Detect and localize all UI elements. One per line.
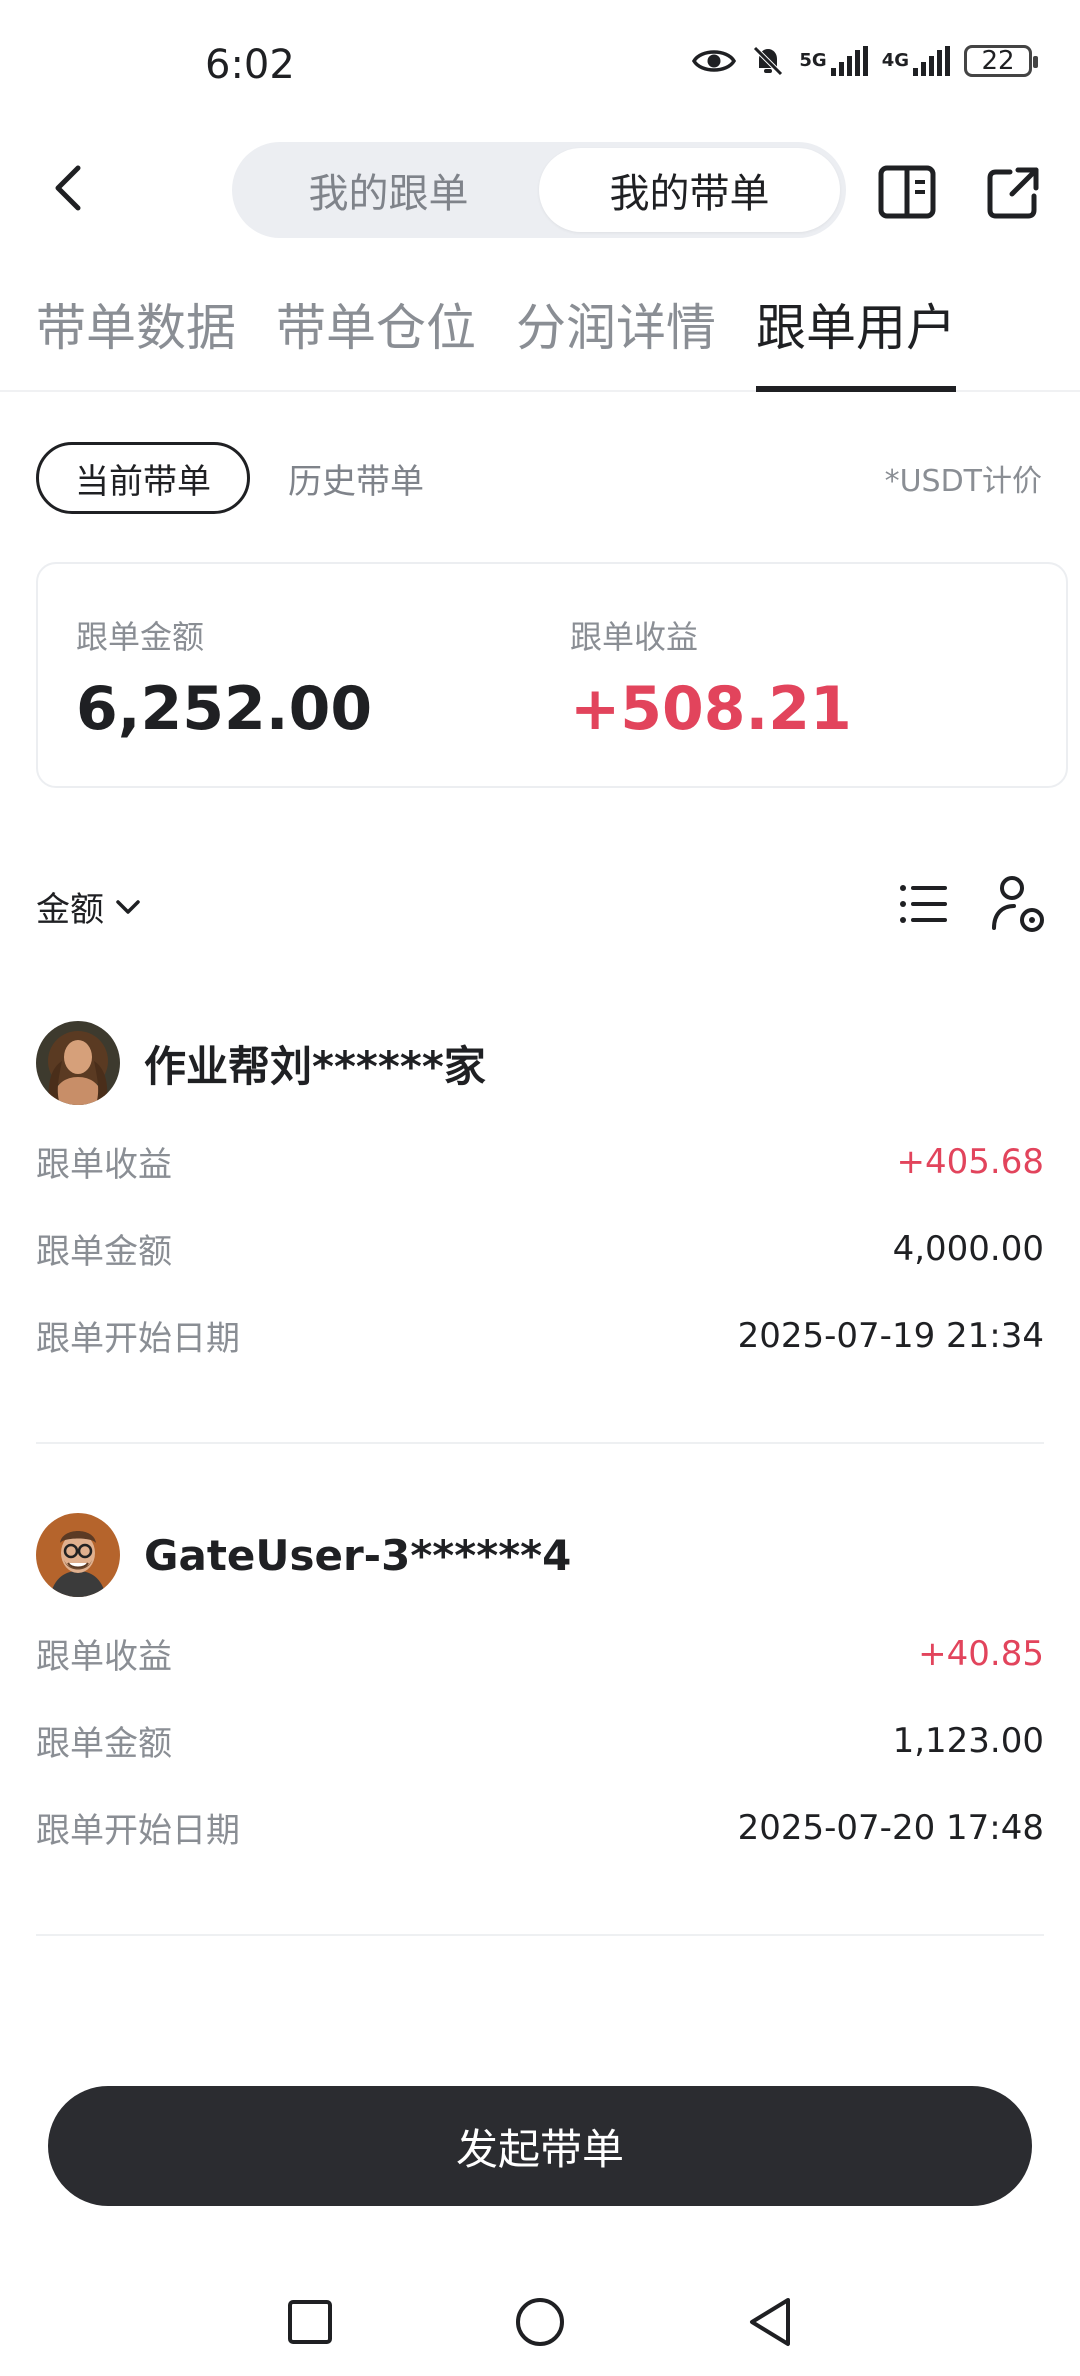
signal-4g-icon: 4G (882, 46, 950, 76)
chevron-down-icon (116, 899, 140, 914)
user-settings-icon (992, 876, 1044, 932)
currency-note: *USDT计价 (884, 464, 1042, 499)
share-button[interactable] (982, 160, 1046, 224)
follower-start-date-row: 跟单开始日期 2025-07-20 17:48 (36, 1784, 1044, 1871)
follower-amount-value: 4,000.00 (892, 1228, 1044, 1269)
home-button[interactable] (510, 2292, 570, 2352)
follower-header: GateUser-3******4 (36, 1512, 1044, 1598)
sort-label: 金额 (36, 890, 104, 930)
eye-icon (691, 46, 737, 76)
follower-amount-row: 跟单金额 1,123.00 (36, 1697, 1044, 1784)
follower-card[interactable]: GateUser-3******4 跟单收益 +40.85 跟单金额 1,123… (36, 1512, 1044, 1871)
top-header: 我的跟单 我的带单 (0, 130, 1080, 250)
tab-lead-data[interactable]: 带单数据 (36, 288, 236, 378)
list-view-button[interactable] (893, 874, 953, 934)
follower-header: 作业帮刘******家 (36, 1020, 1044, 1106)
tab-followers[interactable]: 跟单用户 (756, 288, 956, 392)
sort-dropdown[interactable]: 金额 (36, 882, 142, 931)
follower-amount-value: 1,123.00 (892, 1720, 1044, 1761)
mute-bell-icon (751, 44, 785, 78)
summary-amount-value: 6,252.00 (76, 674, 373, 744)
avatar (36, 1513, 120, 1597)
tab-bar: 带单数据 带单仓位 分润详情 跟单用户 (0, 270, 1080, 392)
recents-button[interactable] (280, 2292, 340, 2352)
tab-lead-positions[interactable]: 带单仓位 (276, 288, 476, 378)
follower-amount-row: 跟单金额 4,000.00 (36, 1205, 1044, 1292)
follower-name: GateUser-3******4 (144, 1530, 572, 1580)
status-time: 6:02 (205, 42, 295, 88)
summary-profit-label: 跟单收益 (570, 618, 699, 656)
status-bar: 6:02 5G 4G 22 (0, 0, 1080, 130)
list-icon (900, 885, 947, 923)
filter-history-lead[interactable]: 历史带单 (288, 442, 424, 514)
follower-name: 作业帮刘******家 (144, 1041, 486, 1091)
follower-start-date-value: 2025-07-20 17:48 (737, 1807, 1044, 1848)
circle-icon (516, 2298, 564, 2346)
follower-start-date-label: 跟单开始日期 (36, 1811, 240, 1851)
follower-profit-row: 跟单收益 +405.68 (36, 1118, 1044, 1205)
follower-start-date-value: 2025-07-19 21:34 (737, 1315, 1044, 1356)
user-settings-button[interactable] (988, 872, 1048, 936)
back-button[interactable] (38, 158, 98, 218)
book-icon (878, 165, 936, 219)
follower-start-date-label: 跟单开始日期 (36, 1319, 240, 1359)
chevron-left-icon (55, 165, 81, 211)
segment-my-follow[interactable]: 我的跟单 (238, 148, 539, 232)
share-icon (987, 167, 1039, 219)
sort-row: 金额 (0, 870, 1080, 940)
avatar (36, 1021, 120, 1105)
signal-5g-icon: 5G (799, 46, 868, 76)
follower-profit-row: 跟单收益 +40.85 (36, 1610, 1044, 1697)
network-label-1: 5G (799, 50, 827, 71)
divider (36, 1442, 1044, 1444)
summary-amount: 跟单金额 6,252.00 (76, 612, 372, 744)
follower-start-date-row: 跟单开始日期 2025-07-19 21:34 (36, 1292, 1044, 1379)
follower-profit-value: +40.85 (918, 1633, 1044, 1674)
follower-amount-label: 跟单金额 (36, 1232, 172, 1272)
follower-profit-label: 跟单收益 (36, 1145, 172, 1185)
battery-icon: 22 (964, 45, 1038, 77)
guide-book-button[interactable] (875, 160, 939, 224)
segment-my-lead[interactable]: 我的带单 (539, 148, 840, 232)
follower-profit-label: 跟单收益 (36, 1637, 172, 1677)
tab-profit-share-details[interactable]: 分润详情 (516, 288, 716, 378)
triangle-back-icon (750, 2298, 790, 2346)
divider (36, 1934, 1044, 1936)
summary-amount-label: 跟单金额 (76, 618, 205, 656)
start-lead-button[interactable]: 发起带单 (48, 2086, 1032, 2206)
filter-current-lead[interactable]: 当前带单 (36, 442, 250, 514)
back-nav-button[interactable] (740, 2292, 800, 2352)
follower-amount-label: 跟单金额 (36, 1724, 172, 1764)
segment-control: 我的跟单 我的带单 (232, 142, 846, 238)
summary-profit-value: +508.21 (570, 674, 852, 744)
system-nav-bar (0, 2260, 1080, 2376)
follower-card[interactable]: 作业帮刘******家 跟单收益 +405.68 跟单金额 4,000.00 跟… (36, 1020, 1044, 1379)
summary-profit: 跟单收益 +508.21 (570, 612, 852, 744)
status-icons: 5G 4G 22 (691, 44, 1038, 78)
summary-card: 跟单金额 6,252.00 跟单收益 +508.21 (36, 562, 1068, 788)
square-icon (288, 2300, 332, 2344)
follower-profit-value: +405.68 (896, 1141, 1044, 1182)
network-label-2: 4G (881, 50, 909, 71)
